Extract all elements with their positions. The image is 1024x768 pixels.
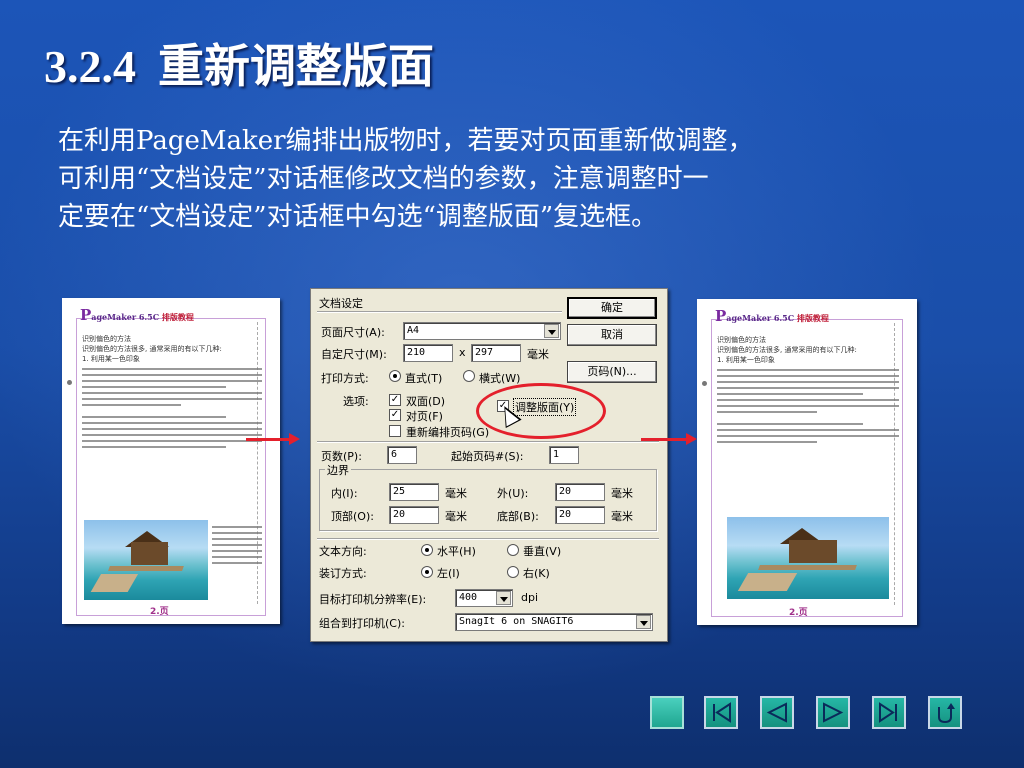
width-input[interactable]: 210 xyxy=(403,344,453,362)
thumbnail-line: 识别偏色的方法很多, 通常采用的有以下几种: xyxy=(717,346,857,354)
first-page-icon xyxy=(713,702,731,723)
top-margin-input[interactable]: 20 xyxy=(389,506,439,524)
beach-image xyxy=(727,517,889,599)
nav-next-button[interactable] xyxy=(816,696,850,729)
nav-blank-button[interactable] xyxy=(650,696,684,729)
highlight-ellipse xyxy=(476,383,606,439)
arrow-right-icon xyxy=(246,433,300,445)
chevron-down-icon[interactable] xyxy=(636,615,651,629)
dialog-title: 文档设定 xyxy=(319,297,363,310)
page-bullet-dot xyxy=(702,381,707,386)
binding-right-label: 右(K) xyxy=(523,567,550,580)
start-page-input[interactable]: 1 xyxy=(549,446,579,464)
thumbnail-line: 识别偏色的方法 xyxy=(82,335,131,343)
page-size-dropdown[interactable]: A4 xyxy=(403,322,561,340)
binding-left-radio[interactable] xyxy=(421,566,433,578)
last-page-icon xyxy=(879,702,897,723)
thumbnail-footer: 2.页 xyxy=(789,608,808,618)
slide-title: 3.2.4 重新调整版面 xyxy=(44,30,434,96)
next-page-icon xyxy=(823,702,844,723)
margins-group-label: 边界 xyxy=(325,462,351,478)
slide-paragraph: 在利用PageMaker编排出版物时，若要对页面重新做调整， 可利用“文档设定”… xyxy=(58,122,998,236)
bottom-margin-label: 底部(B): xyxy=(497,510,539,523)
start-page-label: 起始页码#(S): xyxy=(451,450,524,463)
thumbnail-line: 1. 利用某一色印象 xyxy=(717,356,775,364)
paragraph-line: 在利用PageMaker编排出版物时，若要对页面重新做调整， xyxy=(58,126,754,156)
horizontal-label: 水平(H) xyxy=(437,545,476,558)
nav-return-button[interactable] xyxy=(928,696,962,729)
thumbnail-text: 识别偏色的方法 识别偏色的方法很多, 通常采用的有以下几种: 1. 利用某一色印… xyxy=(717,335,899,447)
renumber-checkbox[interactable] xyxy=(389,425,401,437)
return-icon xyxy=(938,703,955,724)
binding-right-radio[interactable] xyxy=(507,566,519,578)
beach-image xyxy=(84,520,208,600)
top-margin-label: 顶部(O): xyxy=(331,510,374,523)
portrait-label: 直式(T) xyxy=(405,372,443,385)
title-text: 重新调整版面 xyxy=(158,41,434,92)
unit-label: 毫米 xyxy=(445,487,467,500)
pages-input[interactable]: 6 xyxy=(387,446,417,464)
resolution-label: 目标打印机分辨率(E): xyxy=(319,593,427,606)
page-thumbnail-before: PageMaker 6.5C 排版教程 识别偏色的方法 识别偏色的方法很多, 通… xyxy=(62,298,280,624)
outer-margin-input[interactable]: 20 xyxy=(555,483,605,501)
facing-pages-label: 对页(F) xyxy=(406,410,443,423)
nav-last-button[interactable] xyxy=(872,696,906,729)
nav-first-button[interactable] xyxy=(704,696,738,729)
printer-label: 组合到打印机(C): xyxy=(319,617,405,630)
landscape-radio[interactable] xyxy=(463,370,475,382)
portrait-radio[interactable] xyxy=(389,370,401,382)
paragraph-line: 定要在“文档设定”对话框中勾选“调整版面”复选框。 xyxy=(58,202,658,232)
text-direction-label: 文本方向: xyxy=(319,545,367,558)
inner-margin-input[interactable]: 25 xyxy=(389,483,439,501)
thumbnail-line: 识别偏色的方法 xyxy=(717,336,766,344)
double-sided-checkbox[interactable]: ✓ xyxy=(389,394,401,406)
unit-label: 毫米 xyxy=(527,348,549,361)
thumbnail-line: 识别偏色的方法很多, 通常采用的有以下几种: xyxy=(82,345,222,353)
paragraph-line: 可利用“文档设定”对话框修改文档的参数，注意调整时一 xyxy=(58,164,709,194)
previous-page-icon xyxy=(766,702,787,723)
document-setup-dialog: 文档设定 确定 取消 页码(N)... 页面尺寸(A): A4 自定尺寸(M):… xyxy=(310,288,668,642)
orientation-label: 打印方式: xyxy=(321,372,369,385)
page-size-label: 页面尺寸(A): xyxy=(321,326,385,339)
chevron-down-icon[interactable] xyxy=(544,324,559,338)
outer-margin-label: 外(U): xyxy=(497,487,529,500)
nav-previous-button[interactable] xyxy=(760,696,794,729)
printer-dropdown[interactable]: SnagIt 6 on SNAGIT6 xyxy=(455,613,653,631)
ok-button[interactable]: 确定 xyxy=(567,297,657,319)
unit-label: 毫米 xyxy=(445,510,467,523)
unit-label: 毫米 xyxy=(611,510,633,523)
thumbnail-text: 识别偏色的方法 识别偏色的方法很多, 通常采用的有以下几种: 1. 利用某一色印… xyxy=(82,334,262,452)
inner-margin-label: 内(I): xyxy=(331,487,358,500)
height-input[interactable]: 297 xyxy=(471,344,521,362)
resolution-dropdown[interactable]: 400 xyxy=(455,589,513,607)
landscape-label: 横式(W) xyxy=(479,372,521,385)
page-numbers-button[interactable]: 页码(N)... xyxy=(567,361,657,383)
thumbnail-footer: 2.页 xyxy=(150,607,169,617)
vertical-label: 垂直(V) xyxy=(523,545,562,558)
unit-label: 毫米 xyxy=(611,487,633,500)
options-label: 选项: xyxy=(343,395,369,408)
section-number: 3.2.4 xyxy=(44,41,136,92)
cancel-button[interactable]: 取消 xyxy=(567,324,657,346)
custom-size-label: 自定尺寸(M): xyxy=(321,348,387,361)
bottom-margin-input[interactable]: 20 xyxy=(555,506,605,524)
arrow-right-icon xyxy=(641,433,697,445)
chevron-down-icon[interactable] xyxy=(496,591,511,605)
facing-pages-checkbox[interactable]: ✓ xyxy=(389,409,401,421)
vertical-radio[interactable] xyxy=(507,544,519,556)
binding-left-label: 左(I) xyxy=(437,567,460,580)
horizontal-radio[interactable] xyxy=(421,544,433,556)
thumbnail-line: 1. 利用某一色印象 xyxy=(82,355,140,363)
times-label: x xyxy=(459,346,466,359)
page-bullet-dot xyxy=(67,380,72,385)
double-sided-label: 双面(D) xyxy=(406,395,446,408)
binding-label: 装订方式: xyxy=(319,567,367,580)
page-thumbnail-after: PageMaker 6.5C 排版教程 识别偏色的方法 识别偏色的方法很多, 通… xyxy=(697,299,917,625)
renumber-label: 重新编排页码(G) xyxy=(406,426,490,439)
thumbnail-header: PageMaker 6.5C 排版教程 xyxy=(715,307,829,325)
thumbnail-header: PageMaker 6.5C 排版教程 xyxy=(80,306,194,324)
resolution-unit: dpi xyxy=(521,591,539,604)
